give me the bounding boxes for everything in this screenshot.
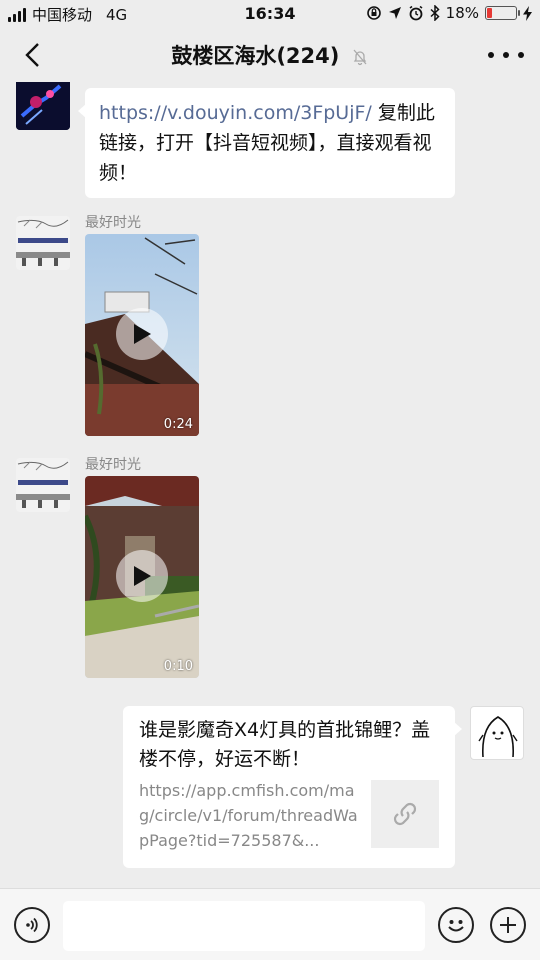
battery-percent: 18% xyxy=(445,4,479,22)
location-icon xyxy=(388,7,401,19)
status-right: 18% xyxy=(366,4,532,22)
sender-name: 最好时光 xyxy=(85,215,141,231)
sender-name: 最好时光 xyxy=(85,457,141,473)
avatar[interactable] xyxy=(16,216,70,270)
chat-title-wrap: 鼓楼区海水(224) xyxy=(0,40,540,70)
more-dot xyxy=(518,52,524,58)
battery-icon xyxy=(485,6,520,20)
voice-icon xyxy=(26,917,38,933)
video-message[interactable]: 0:24 xyxy=(85,234,199,436)
link-card-title: 谁是影魔奇X4灯具的首批锦鲤？盖楼不停，好运不断！ xyxy=(139,719,431,770)
play-icon xyxy=(134,566,151,586)
message-link[interactable]: https://v.douyin.com/3FpUjF/ xyxy=(99,102,372,124)
video-message[interactable]: 0:10 xyxy=(85,476,199,678)
chat-title: 鼓楼区海水(224) xyxy=(171,44,340,68)
play-button[interactable] xyxy=(116,550,168,602)
emoji-icon xyxy=(448,920,464,932)
link-card-thumbnail xyxy=(371,780,439,848)
play-button[interactable] xyxy=(116,308,168,360)
video-duration: 0:10 xyxy=(163,659,193,674)
avatar-image xyxy=(16,458,70,512)
video-duration: 0:24 xyxy=(163,417,193,432)
more-dots-icon xyxy=(488,52,494,58)
my-avatar[interactable] xyxy=(470,706,524,760)
rotation-lock-icon xyxy=(366,6,381,20)
avatar-image xyxy=(16,216,70,270)
play-icon xyxy=(134,324,151,344)
avatar[interactable] xyxy=(16,458,70,512)
avatar-image xyxy=(16,82,70,130)
more-dot xyxy=(503,52,509,58)
bell-slash-icon xyxy=(353,49,367,66)
link-card-message[interactable]: 谁是影魔奇X4灯具的首批锦鲤？盖楼不停，好运不断！ https://app.cm… xyxy=(123,706,462,868)
message-bubble[interactable]: https://v.douyin.com/3FpUjF/ 复制此链接，打开【抖音… xyxy=(78,88,455,198)
emoji-button[interactable] xyxy=(438,907,474,943)
more-button[interactable] xyxy=(488,42,524,68)
link-card-description: https://app.cmfish.com/mag/circle/v1/for… xyxy=(139,781,358,850)
message-list[interactable]: https://v.douyin.com/3FpUjF/ 复制此链接，打开【抖音… xyxy=(0,82,540,888)
charging-icon xyxy=(523,5,532,21)
avatar[interactable] xyxy=(16,82,70,130)
plus-button[interactable] xyxy=(490,907,526,943)
link-icon xyxy=(393,802,417,826)
status-bar: 中国移动 4G 16:34 18% xyxy=(0,0,540,28)
voice-button[interactable] xyxy=(14,907,50,943)
alarm-icon xyxy=(409,5,423,21)
chat-header: 鼓楼区海水(224) xyxy=(0,28,540,82)
battery-fill xyxy=(487,8,493,18)
bluetooth-icon xyxy=(430,5,440,21)
message-input[interactable] xyxy=(63,901,425,951)
input-bar xyxy=(0,888,540,960)
avatar-image xyxy=(478,716,518,758)
